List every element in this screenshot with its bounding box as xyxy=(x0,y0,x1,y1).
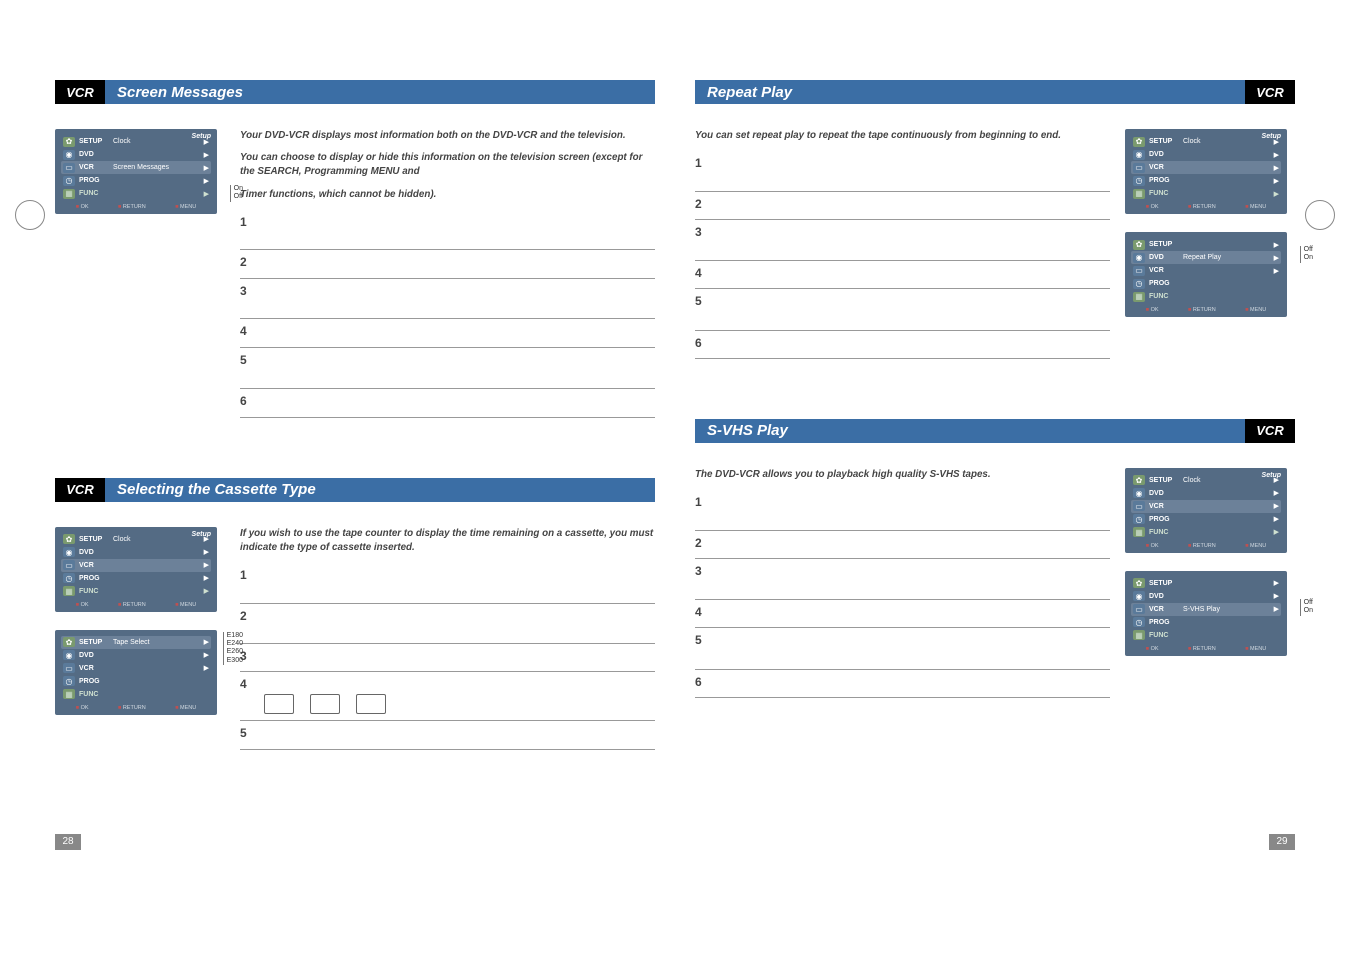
section-title: S-VHS Play xyxy=(695,419,1245,443)
intro-text: Your DVD-VCR displays most information b… xyxy=(240,129,655,143)
vcr-badge: VCR xyxy=(1245,419,1295,443)
step-1: 1With unit in Stop or No Disc, press SET… xyxy=(240,210,655,251)
clock-icon: ◷ xyxy=(63,176,75,186)
section-screen-messages: VCR Screen Messages Setup ✿SETUPClock▶ ◉… xyxy=(55,80,655,418)
osd-setup-menu: Setup ✿SETUPClock▶ ◉DVD▶ ▭VCR▶ ◷PROG▶ ▦F… xyxy=(1125,129,1287,214)
step-2: 2Press the appropriate ▲, ▼ to select VC… xyxy=(695,192,1110,220)
option-e300: E300 xyxy=(223,657,243,665)
page-number: 29 xyxy=(1269,834,1295,850)
osd-setup-menu: Setup ✿SETUPClock▶ ◉DVD▶ ▭VCR▶ ◷PROG▶ ▦F… xyxy=(1125,468,1287,553)
step-1: 1With unit in Stop or No Disc, press SET… xyxy=(695,151,1110,192)
osd-setup-menu: Setup ✿SETUPClock▶ ◉DVD▶ ▭VCRScreen Mess… xyxy=(55,129,217,214)
section-repeat-play: Repeat Play VCR You can set repeat play … xyxy=(695,80,1295,359)
osd-tape-select-menu: ✿SETUPTape Select▶ ◉DVD▶ ▭VCR▶ ◷PROG ▦FU… xyxy=(55,630,217,715)
menu-title: Setup xyxy=(192,133,211,140)
cassette-icon: ↲ xyxy=(356,694,386,714)
step-4: 4Press the appropriate ▲ or ▼ until the … xyxy=(240,319,655,347)
step-5: 5To hide information on the television s… xyxy=(240,348,655,390)
section-title: Screen Messages xyxy=(105,80,655,104)
vcr-badge: VCR xyxy=(55,478,105,502)
binder-hole-icon xyxy=(1305,200,1335,230)
osd-repeat-menu: ✿SETUP▶ ◉DVDRepeat Play▶ ▭VCR▶ ◷PROG ▦FU… xyxy=(1125,232,1287,317)
step-5: 5To play S-VHS tapes, press the ▶ to sel… xyxy=(695,628,1110,670)
step-2: 2Press ▲, ▼ to select VCR. xyxy=(695,531,1110,559)
step-1: 1With unit in Stop or No Disc, press SET… xyxy=(240,563,655,604)
vcr-badge: VCR xyxy=(55,80,105,104)
step-3: 3Press the ▶ to select this option.Resul… xyxy=(695,559,1110,600)
gear-icon: ✿ xyxy=(63,137,75,147)
section-svhs-play: S-VHS Play VCR The DVD-VCR allows you to… xyxy=(695,419,1295,698)
step-6: 6On completion, press the RETURN button. xyxy=(240,389,655,417)
step-2: 2Press the appropriate ▲, ▼ to select VC… xyxy=(240,250,655,278)
step-1: 1With unit in Stop or No Disc, press SET… xyxy=(695,490,1110,531)
cassette-icons: ➔ ➔← ↲ xyxy=(264,694,655,714)
option-e180: E180 xyxy=(223,632,243,640)
step-2: 2Press the ▶ to select this option.Resul… xyxy=(240,604,655,645)
step-3: 3Press the appropriate ▲ or ▼ until the … xyxy=(240,644,655,672)
right-page: Repeat Play VCR You can set repeat play … xyxy=(695,80,1295,810)
option-e240: E240 xyxy=(223,640,243,648)
cassette-icon: ➔← xyxy=(310,694,340,714)
option-off: Off xyxy=(1300,599,1313,607)
osd-svhs-menu: ✿SETUP▶ ◉DVD▶ ▭VCRS-VHS Play▶ ◷PROG ▦FUN… xyxy=(1125,571,1287,656)
step-4: 4Press the appropriate ▲ or ▼ until the … xyxy=(695,600,1110,628)
step-3: 3Press the ▶ to select this option.Resul… xyxy=(240,279,655,320)
option-on: On xyxy=(1300,254,1313,262)
step-5: 5To repeat play, press the ▶ to select O… xyxy=(695,289,1110,331)
option-e260: E260 xyxy=(223,648,243,656)
step-4: 4Press the appropriate ▲ or ▼ until the … xyxy=(695,261,1110,289)
page-number: 28 xyxy=(55,834,81,850)
option-on: On xyxy=(230,185,243,193)
tape-icon: ▭ xyxy=(63,163,75,173)
step-5: 5On completion, press the RETURN button. xyxy=(240,721,655,749)
title-bar: VCR Screen Messages xyxy=(55,80,655,104)
option-off: Off xyxy=(1300,246,1313,254)
osd-setup-menu: Setup ✿SETUPClock▶ ◉DVD▶ ▭VCR▶ ◷PROG▶ ▦F… xyxy=(55,527,217,612)
vcr-badge: VCR xyxy=(1245,80,1295,104)
grid-icon: ▦ xyxy=(63,189,75,199)
cassette-icon: ➔ xyxy=(264,694,294,714)
section-cassette-type: VCR Selecting the Cassette Type Setup ✿S… xyxy=(55,478,655,750)
step-3: 3Press the ▶ to select this option.Resul… xyxy=(695,220,1110,261)
option-off: Off xyxy=(230,193,243,201)
disc-icon: ◉ xyxy=(63,150,75,160)
section-title: Repeat Play xyxy=(695,80,1245,104)
step-6: 6On completion, press the RETURN button. xyxy=(695,331,1110,359)
step-4: 4Press the ▶ until the correct cassette … xyxy=(240,672,655,721)
left-page: VCR Screen Messages Setup ✿SETUPClock▶ ◉… xyxy=(55,80,655,810)
step-6: 6On completion, press the RETURN button. xyxy=(695,670,1110,698)
option-on: On xyxy=(1300,607,1313,615)
binder-hole-icon xyxy=(15,200,45,230)
section-title: Selecting the Cassette Type xyxy=(105,478,655,502)
